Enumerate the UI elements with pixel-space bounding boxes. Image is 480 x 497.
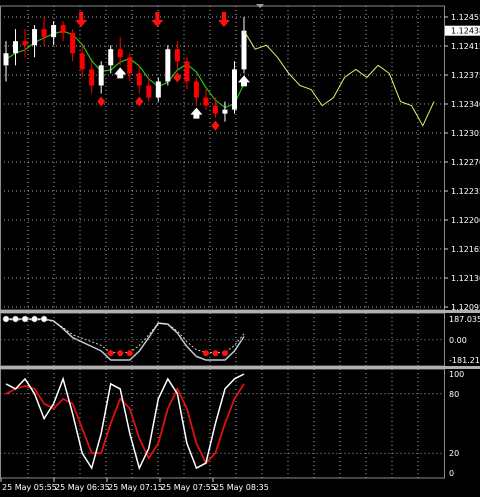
cci-scale-label: 0.00: [449, 336, 467, 345]
price-tick-label: 1.12235: [451, 187, 480, 196]
bull-candle: [108, 49, 114, 66]
bear-candle: [203, 97, 209, 106]
cci-overbought-dot: [40, 315, 48, 323]
bear-candle: [146, 85, 152, 98]
sell-arrow-icon: [217, 12, 230, 27]
stochastic-panel-frame: [0, 368, 445, 479]
bear-candle: [89, 69, 95, 86]
stochastic-main-line: [5, 373, 245, 471]
cci-overbought-dot: [2, 315, 10, 323]
fractal-marker-icon: [238, 75, 250, 87]
time-tick-label: 25 May 05:55: [2, 483, 57, 492]
bear-candle: [60, 25, 66, 34]
moving-average-line: [5, 30, 245, 109]
bull-candle: [231, 69, 237, 110]
cci-oversold-dot: [221, 350, 228, 357]
price-tick-label: 1.12340: [451, 100, 480, 109]
cci-signal-line: [6, 319, 245, 354]
cci-panel[interactable]: [0, 315, 444, 361]
bull-candle: [51, 25, 57, 38]
bull-candle: [13, 41, 19, 54]
trading-chart[interactable]: 1.12455 1.12415 1.12375 1.12340 1.12305 1.122…: [0, 0, 480, 493]
sell-arrow-icon: [151, 12, 164, 27]
bull-candle: [165, 49, 171, 82]
bull-candle: [155, 81, 161, 98]
bear-candle: [193, 81, 199, 98]
bull-candle: [241, 30, 247, 70]
stochastic-scale-label: 100: [449, 370, 464, 379]
signal-marker-icon: [211, 120, 220, 131]
stochastic-scale-label: 0: [449, 469, 454, 478]
bear-candle: [127, 57, 133, 74]
cci-scale-label: 187.0354: [449, 315, 480, 324]
price-tick-label: 1.12305: [451, 129, 480, 138]
grid-layer: [0, 6, 444, 478]
cci-oversold-dot: [126, 350, 133, 357]
time-tick-label: 25 May 08:35: [214, 483, 269, 492]
signal-marker-icon: [97, 96, 106, 107]
price-tick-label: 1.12270: [451, 158, 480, 167]
cci-oversold-dot: [202, 350, 209, 357]
price-tick-label: 1.12415: [451, 42, 480, 51]
price-panel[interactable]: [3, 12, 435, 131]
fractal-marker-icon: [114, 67, 127, 79]
forecast-line: [243, 30, 435, 127]
bull-candle: [32, 29, 38, 46]
bear-candle: [212, 105, 218, 114]
price-tick-label: 1.12095: [451, 303, 480, 312]
bear-candle: [79, 53, 85, 70]
cci-oversold-dot: [117, 350, 124, 357]
price-tick-label: 1.12200: [451, 216, 480, 225]
bear-candle: [41, 29, 47, 38]
cci-panel-frame: [0, 312, 445, 367]
cci-scale-label: -181.2177: [449, 356, 480, 365]
stochastic-scale-label: 80: [449, 390, 459, 399]
fractal-marker-icon: [190, 107, 203, 119]
price-panel-frame: [0, 5, 445, 311]
chart-canvas[interactable]: 1.12455 1.12415 1.12375 1.12340 1.12305 1.122…: [0, 0, 480, 493]
cci-oversold-dot: [107, 350, 114, 357]
cci-oversold-dot: [212, 350, 219, 357]
stochastic-scale-label: 20: [449, 449, 459, 458]
stochastic-panel[interactable]: [0, 373, 444, 471]
current-price-label: 1.12438: [451, 27, 480, 36]
bear-candle: [22, 41, 28, 46]
price-tick-label: 1.12375: [451, 71, 480, 80]
cci-overbought-dot: [12, 315, 19, 323]
bull-candle: [222, 109, 228, 114]
time-tick-label: 25 May 07:55: [161, 483, 216, 492]
time-tick-label: 25 May 06:35: [55, 483, 110, 492]
signal-marker-icon: [135, 96, 144, 107]
price-tick-label: 1.12455: [451, 13, 480, 22]
bear-candle: [117, 49, 123, 58]
sell-arrow-icon: [75, 12, 88, 27]
bear-candle: [136, 73, 142, 86]
bull-candle: [98, 65, 104, 86]
bull-candle: [3, 53, 9, 66]
price-tick-label: 1.12130: [451, 274, 480, 283]
cci-overbought-dot: [21, 315, 29, 323]
price-tick-label: 1.12165: [451, 245, 480, 254]
cci-overbought-dot: [31, 315, 38, 323]
time-tick-label: 25 May 07:15: [108, 483, 163, 492]
bear-candle: [70, 33, 76, 54]
axis-labels: 1.12455 1.12415 1.12375 1.12340 1.12305 1.122…: [0, 13, 480, 492]
bear-candle: [174, 49, 180, 62]
bear-candle: [184, 61, 190, 82]
